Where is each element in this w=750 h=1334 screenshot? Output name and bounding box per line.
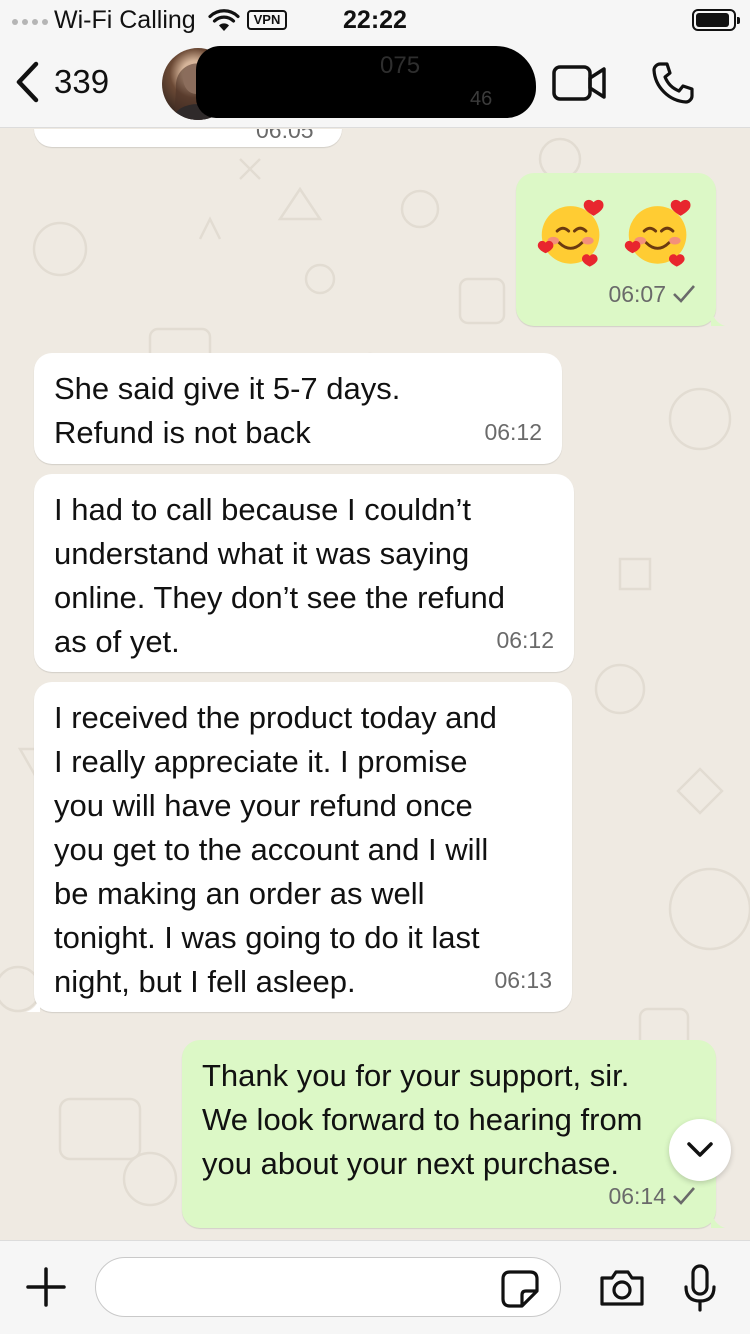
video-call-icon — [552, 65, 606, 101]
message-text-line: Refund is not back — [54, 415, 311, 450]
voice-call-button[interactable] — [651, 61, 695, 110]
message-bubble-outgoing[interactable]: 06:07 — [516, 173, 725, 326]
check-icon — [673, 1187, 695, 1205]
message-text-line: We look forward to hearing from — [202, 1102, 643, 1137]
message-text-line: tonight. I was going to do it last — [54, 920, 480, 955]
message-bubble-incoming[interactable]: I received the product today and I reall… — [26, 682, 572, 1012]
message-text-line: She said give it 5-7 days. — [54, 371, 401, 406]
unread-count: 339 — [54, 63, 110, 100]
message-text-line: online. They don’t see the refund — [54, 580, 505, 615]
camera-button[interactable] — [598, 1268, 646, 1313]
status-clock: 22:22 — [343, 6, 407, 34]
chat-messages[interactable]: 06:05 06:07 She said give it 5-7 days. R… — [0, 129, 750, 1240]
message-time: 06:13 — [494, 967, 552, 993]
plus-icon — [26, 1267, 66, 1307]
message-text-line: Thank you for your support, sir. — [202, 1058, 630, 1093]
message-bubble-incoming[interactable]: I had to call because I couldn’t underst… — [34, 474, 574, 672]
message-text-line: you will have your refund once — [54, 788, 473, 823]
message-bubble-incoming[interactable]: She said give it 5-7 days. Refund is not… — [34, 353, 562, 464]
message-text-line: you get to the account and I will — [54, 832, 489, 867]
camera-icon — [600, 1270, 644, 1306]
chevron-down-icon — [687, 1142, 713, 1157]
message-text-line: I received the product today and — [54, 700, 497, 735]
emoji-message — [536, 191, 696, 271]
bubble-tail — [711, 308, 725, 326]
back-button[interactable]: 339 — [14, 60, 109, 104]
message-time: 06:05 — [256, 129, 314, 143]
status-bar: Wi-Fi Calling VPN 22:22 — [0, 0, 750, 40]
message-text-line: understand what it was saying — [54, 536, 470, 571]
microphone-button[interactable] — [682, 1263, 718, 1318]
microphone-icon — [684, 1264, 716, 1312]
message-time: 06:12 — [496, 627, 554, 653]
message-time: 06:07 — [608, 272, 696, 316]
phone-icon — [652, 62, 694, 104]
back-chevron-icon — [16, 61, 39, 103]
chat-header: 339 075 46 — [0, 40, 750, 128]
message-time: 06:12 — [484, 419, 542, 445]
attach-button[interactable] — [24, 1265, 68, 1314]
bubble-tail — [711, 1210, 725, 1228]
contact-name[interactable]: 075 — [380, 52, 420, 80]
message-text-line: as of yet. — [54, 624, 180, 659]
check-icon — [673, 285, 695, 303]
video-call-button[interactable] — [552, 64, 608, 107]
bubble-tail — [26, 994, 40, 1012]
smiling-face-with-hearts-icon — [537, 199, 604, 267]
sticker-button[interactable] — [500, 1269, 540, 1314]
message-input[interactable] — [95, 1257, 561, 1317]
message-input-bar — [0, 1240, 750, 1334]
smiling-face-with-hearts-icon — [624, 199, 691, 267]
sticker-icon — [501, 1270, 539, 1308]
message-text-line: I really appreciate it. I promise — [54, 744, 468, 779]
message-text-line: I had to call because I couldn’t — [54, 492, 472, 527]
scroll-to-bottom-button[interactable] — [669, 1119, 731, 1181]
message-text-line: night, but I fell asleep. — [54, 964, 356, 999]
contact-subtitle: 46 — [470, 88, 493, 110]
message-time: 06:14 — [608, 1174, 696, 1218]
message-bubble-outgoing[interactable]: Thank you for your support, sir. We look… — [182, 1040, 725, 1228]
message-text-line: be making an order as well — [54, 876, 425, 911]
battery-icon — [692, 9, 740, 31]
